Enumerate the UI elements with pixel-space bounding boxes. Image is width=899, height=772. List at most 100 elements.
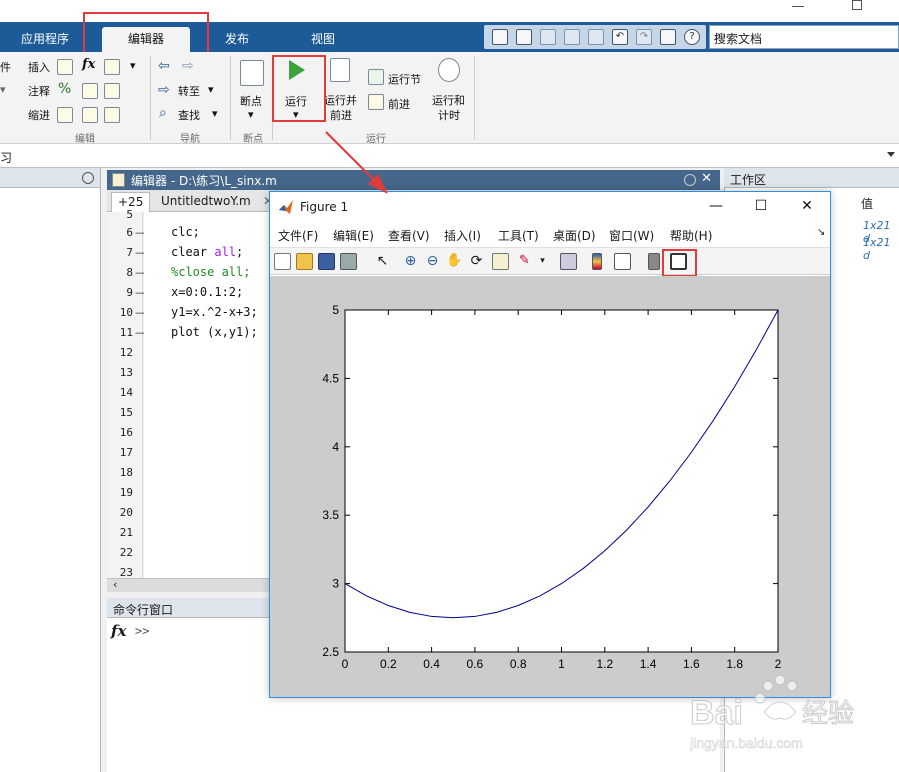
help-icon[interactable]: ? [684,29,700,45]
find-button[interactable]: 查找 [178,107,200,123]
dropdown-icon[interactable]: ▾ [130,59,136,72]
undo-icon[interactable]: ↶ [612,29,628,45]
save-icon[interactable] [516,29,532,45]
code-comment[interactable]: %close all; [171,265,250,279]
tab-apps[interactable]: 应用程序 [10,27,80,52]
chevron-down-icon[interactable] [887,152,895,157]
advance-icon[interactable] [368,94,384,110]
goto-icon[interactable]: ⇨ [158,82,170,98]
menu-file[interactable]: 文件(F) [278,227,318,244]
x-tick-label: 0.4 [423,657,440,671]
decrease-indent-icon[interactable] [104,107,120,123]
switch-window-icon[interactable] [660,29,676,45]
plot-svg[interactable]: 0 0.2 0.4 0.6 0.8 1 1.2 1.4 1.6 1.8 2 2.5 3 3.5 4 4.5 5 [270,276,830,697]
line-number: 11 [119,326,133,339]
run-advance-label-2[interactable]: 前进 [330,107,352,123]
redo-icon[interactable]: ↷ [636,29,652,45]
close-icon[interactable]: ✕ [794,195,820,217]
hide-plot-tools-icon[interactable] [648,253,660,270]
tab-untitledtwoy[interactable]: UntitledtwoY.m [155,192,257,212]
paste-icon[interactable] [588,29,604,45]
copy-icon[interactable] [564,29,580,45]
breakpoint-dropdown-icon[interactable]: ▾ [248,108,254,121]
minimize-icon[interactable]: — [703,195,729,217]
forward-icon[interactable]: ⇨ [182,58,194,74]
function-icon[interactable] [104,59,120,75]
smart-indent-icon[interactable] [57,107,73,123]
colorbar-icon[interactable] [592,253,602,270]
breakpoint-button[interactable]: 断点 [240,93,262,109]
run-time-label-2[interactable]: 计时 [438,107,460,123]
link-plot-icon[interactable] [560,253,577,270]
insert-button[interactable]: 插入 [28,59,50,75]
menu-help[interactable]: 帮助(H) [670,227,712,244]
increase-indent-icon[interactable] [82,107,98,123]
fx-icon[interactable]: fx [111,622,126,640]
cut-icon[interactable] [540,29,556,45]
find-icon[interactable]: ⌕ [159,105,167,121]
wrap-icon[interactable] [104,83,120,99]
data-cursor-icon[interactable] [492,253,509,270]
maximize-icon[interactable] [852,0,862,10]
new-figure-icon[interactable] [274,253,291,270]
pan-icon[interactable]: ✋ [446,253,463,270]
menubar-overflow-icon[interactable]: ↘ [817,227,825,238]
run-advance-icon[interactable] [330,58,350,82]
menu-window[interactable]: 窗口(W) [609,227,654,244]
zoom-out-icon[interactable]: ⊖ [424,253,441,270]
goto-button[interactable]: 转至 [178,83,200,99]
editor-actions-icon[interactable] [684,174,696,186]
workspace-value-header[interactable]: 值 [861,195,873,212]
run-time-icon[interactable] [438,58,460,82]
menu-view[interactable]: 查看(V) [388,227,430,244]
current-folder-bar[interactable]: 习 [0,144,899,168]
indent-button[interactable]: 缩进 [28,107,50,123]
goto-dropdown-icon[interactable]: ▾ [208,83,214,96]
print-icon[interactable] [340,253,357,270]
tab-view[interactable]: 视图 [294,27,352,52]
percent-icon[interactable]: % [58,81,71,97]
find-dropdown-icon[interactable]: ▾ [212,107,218,120]
legend-icon[interactable] [614,253,631,270]
workspace-value[interactable]: 1x21 d [863,236,899,262]
tab-publish[interactable]: 发布 [208,27,266,52]
menu-tools[interactable]: 工具(T) [498,227,539,244]
advance-button[interactable]: 前进 [388,96,410,112]
search-docs-input[interactable]: 搜索文档 ⌕ [709,25,899,49]
uncomment-icon[interactable] [82,83,98,99]
brush-icon[interactable]: ✎ [516,253,533,270]
file-label[interactable]: 件 [0,59,11,75]
close-icon[interactable]: ✕ [701,171,712,186]
code-line[interactable]: plot (x,y1); [171,325,258,339]
menu-desktop[interactable]: 桌面(D) [553,227,596,244]
code-line[interactable]: y1=x.^2-x+3; [171,305,258,319]
open-file-icon[interactable] [296,253,313,270]
zoom-in-icon[interactable]: ⊕ [402,253,419,270]
scroll-left-icon[interactable]: ‹ [113,578,117,591]
code-line[interactable]: clc; [171,225,200,239]
code-line[interactable]: x=0:0.1:2; [171,285,243,299]
menu-insert[interactable]: 插入(I) [444,227,481,244]
fx-icon[interactable]: fx [82,57,95,72]
comment-button[interactable]: 注释 [28,83,50,99]
minimize-icon[interactable] [792,6,804,7]
save-icon[interactable] [318,253,335,270]
brush-dropdown-icon[interactable]: ▾ [534,253,551,270]
run-time-label-1[interactable]: 运行和 [432,92,465,108]
run-section-icon[interactable] [368,69,384,85]
menu-edit[interactable]: 编辑(E) [333,227,374,244]
y-tick-label: 3 [332,577,339,591]
rotate-icon[interactable]: ⟳ [468,253,485,270]
insert-icon[interactable] [57,59,73,75]
panel-actions-icon[interactable] [82,172,94,184]
run-section-button[interactable]: 运行节 [388,71,421,87]
layout-icon[interactable] [492,29,508,45]
code-line[interactable]: clear all; [171,245,243,259]
back-icon[interactable]: ⇦ [158,58,170,74]
search-icon[interactable]: ⌕ [714,28,894,44]
line-number: 8 [126,266,133,279]
maximize-icon[interactable]: ☐ [748,195,774,217]
run-advance-label-1[interactable]: 运行并 [324,92,357,108]
pointer-icon[interactable]: ↖ [374,253,391,270]
breakpoint-icon[interactable] [240,60,264,86]
